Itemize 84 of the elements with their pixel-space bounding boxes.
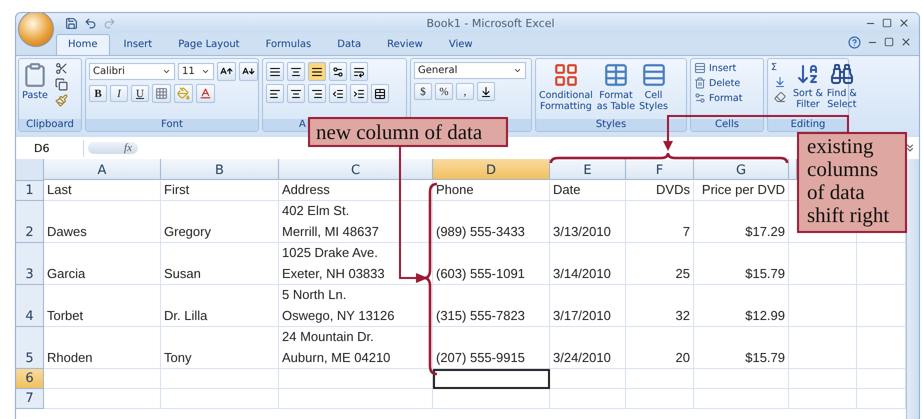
function-button[interactable]: fx xyxy=(88,142,138,154)
table-cell: 3/24/2010 xyxy=(550,327,626,369)
row-header[interactable]: 2 xyxy=(16,201,44,243)
group-label: Cells xyxy=(691,119,763,131)
bold-button[interactable]: B xyxy=(89,85,107,102)
row-header[interactable]: 1 xyxy=(16,181,44,201)
window-title: Book1 - Microsoft Excel xyxy=(425,16,556,30)
table-cell: Phone xyxy=(433,181,550,201)
ribbon-tab[interactable]: View xyxy=(436,34,485,55)
number-format-button[interactable]: % xyxy=(435,83,453,100)
ribbon-tab[interactable]: Review xyxy=(375,34,435,55)
column-header[interactable]: E xyxy=(550,159,626,180)
table-cell: $17.29 xyxy=(694,201,789,243)
row-header[interactable]: 4 xyxy=(16,285,44,327)
table-cell: (989) 555-3433 xyxy=(433,201,550,243)
group-label: Editing xyxy=(768,119,848,131)
table-cell: $15.79 xyxy=(694,243,789,285)
group-label: Font xyxy=(86,119,258,131)
table-cell: Last xyxy=(44,181,161,201)
group-label: Clipboard xyxy=(19,119,81,131)
paste-button[interactable]: Paste xyxy=(22,62,48,101)
table-cell: (207) 555-9915 xyxy=(433,327,550,369)
ribbon-tab[interactable]: Formulas xyxy=(254,34,324,55)
italic-button[interactable]: I xyxy=(110,85,128,102)
font-size-field[interactable]: 11 xyxy=(178,63,214,80)
table-cell: Garcia xyxy=(44,243,161,285)
column-header[interactable]: F xyxy=(626,159,694,180)
group-label: Styles xyxy=(536,119,686,131)
table-cell: Dr. Lilla xyxy=(161,285,279,327)
column-header[interactable]: A xyxy=(44,159,161,180)
table-cell: $15.79 xyxy=(694,327,789,369)
table-cell: Tony xyxy=(161,327,279,369)
column-header[interactable]: B xyxy=(161,159,279,180)
table-cell: Gregory xyxy=(161,201,279,243)
table-cell: 5 North Ln. Oswego, NY 13126 xyxy=(279,285,433,327)
column-header[interactable]: D xyxy=(433,159,550,180)
row-header[interactable]: 7 xyxy=(16,389,44,409)
row-header[interactable]: 5 xyxy=(16,327,44,369)
table-cell: DVDs xyxy=(626,181,694,201)
table-cell: Date xyxy=(550,181,626,201)
underline-button[interactable]: U xyxy=(131,85,149,102)
number-format-button[interactable]: , xyxy=(456,83,474,100)
table-cell: 32 xyxy=(626,285,694,327)
table-cell: 3/13/2010 xyxy=(550,201,626,243)
ribbon-tab[interactable]: Data xyxy=(325,34,374,55)
editing-button[interactable]: Sort & Filter xyxy=(793,62,823,110)
ribbon-tab[interactable]: Home xyxy=(56,34,110,55)
autosum-button[interactable]: Σ xyxy=(771,62,778,73)
table-cell: 3/14/2010 xyxy=(550,243,626,285)
table-cell: First xyxy=(161,181,279,201)
row-header[interactable]: 6 xyxy=(16,369,44,389)
table-cell: 25 xyxy=(626,243,694,285)
number-format-field[interactable]: General xyxy=(414,62,526,79)
table-cell: 402 Elm St. Merrill, MI 48637 xyxy=(279,201,433,243)
table-cell: Address xyxy=(279,181,433,201)
cells-button[interactable]: Format xyxy=(694,92,742,104)
number-format-button[interactable]: $ xyxy=(414,83,432,100)
table-cell: $12.99 xyxy=(694,285,789,327)
ribbon-tab[interactable]: Insert xyxy=(112,34,164,55)
callout-label: existing columns of data shift right xyxy=(797,132,907,233)
table-cell: (315) 555-7823 xyxy=(433,285,550,327)
table-cell: Susan xyxy=(161,243,279,285)
table-cell: 24 Mountain Dr. Auburn, ME 04210 xyxy=(279,327,433,369)
styles-button[interactable]: Cell Styles xyxy=(639,62,668,112)
table-cell: (603) 555-1091 xyxy=(433,243,550,285)
table-cell: Price per DVD xyxy=(694,181,789,201)
row-header[interactable]: 3 xyxy=(16,243,44,285)
table-cell: Dawes xyxy=(44,201,161,243)
styles-button[interactable]: Format as Table xyxy=(596,62,636,112)
ribbon-tab[interactable]: Page Layout xyxy=(166,34,252,55)
column-header[interactable]: G xyxy=(694,159,789,180)
column-header[interactable]: C xyxy=(279,159,433,180)
font-name-field[interactable]: Calibri xyxy=(89,63,175,80)
table-cell: 20 xyxy=(626,327,694,369)
styles-button[interactable]: Conditional Formatting xyxy=(539,62,593,112)
table-cell: Rhoden xyxy=(44,327,161,369)
cells-button[interactable]: Delete xyxy=(694,77,740,89)
editing-button[interactable]: Find & Select xyxy=(826,62,857,110)
name-box[interactable]: D6 xyxy=(16,140,84,156)
table-cell: Torbet xyxy=(44,285,161,327)
cells-button[interactable]: Insert xyxy=(694,62,736,74)
table-cell: 3/17/2010 xyxy=(550,285,626,327)
table-cell: 7 xyxy=(626,201,694,243)
callout-label: new column of data xyxy=(308,117,508,147)
